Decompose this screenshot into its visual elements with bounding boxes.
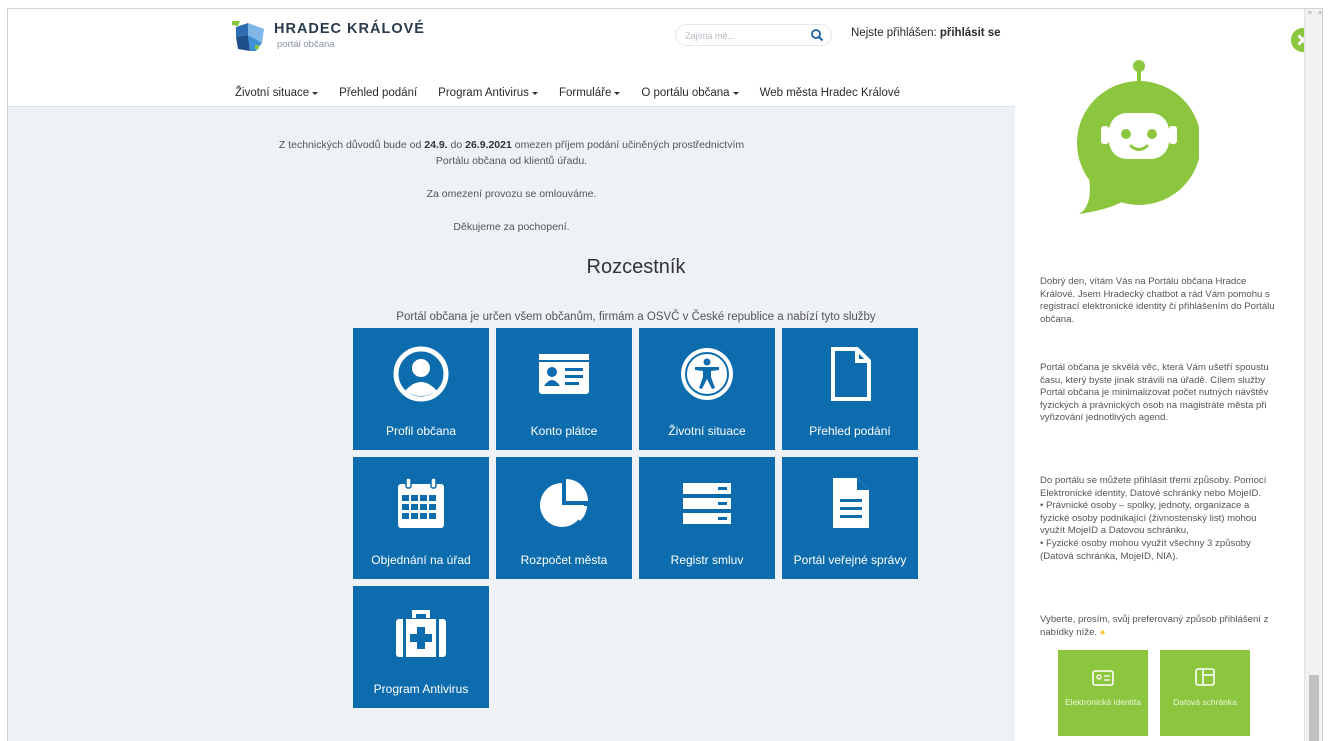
chatbot-panel: Dobrý den, vítám Vás na Portálu občana H… [1015,9,1315,741]
caret-down-icon [614,92,621,95]
tile-icon-wrap [496,475,632,531]
tile-icon-wrap [639,346,775,402]
nav-label: Program Antivirus [438,87,529,99]
caret-down-icon [312,92,319,95]
top-header: HRADEC KRÁLOVÉ portál občana Nejste přih… [8,9,1015,107]
nav-item-program-antivirus[interactable]: Program Antivirus [438,87,538,99]
logo-subtitle: portál občana [277,39,335,50]
login-eid-label: Elektronická identita [1064,697,1142,707]
logo-text: HRADEC KRÁLOVÉ portál občana [274,21,425,51]
tile-label: Profil občana [385,424,457,438]
notice-part: do [447,139,466,151]
logo-icon [232,21,264,51]
browser-frame: HRADEC KRÁLOVÉ portál občana Nejste přih… [7,8,1323,741]
server-icon [683,483,731,524]
tile-label: Konto plátce [530,424,598,438]
tile-program-antivirus[interactable]: Program Antivirus [353,586,489,708]
site-logo[interactable]: HRADEC KRÁLOVÉ portál občana [232,21,425,53]
chat-bullet: • Fyzické osoby mohou využít všechny 3 z… [1040,537,1251,562]
scroll-up-arrow-icon[interactable]: ^ [1315,9,1322,21]
id-card-icon [1092,670,1114,686]
chat-message-about: Portál občana je skvělá věc, která Vám u… [1040,362,1269,424]
login-datova-schranka-button[interactable]: Datová schránka [1160,650,1250,736]
tile-rozpocet-mesta[interactable]: Rozpočet města [496,457,632,579]
mailbox-icon [1195,668,1215,686]
tile-icon-wrap [639,475,775,531]
lightbulb-icon: ● [1099,626,1106,638]
pie-chart-icon [540,479,588,527]
calendar-icon [398,477,444,528]
tile-icon-wrap [782,346,918,402]
nav-label: Formuláře [558,87,612,99]
chat-message-welcome: Dobrý den, vítám Vás na Portálu občana H… [1040,276,1275,325]
tile-portal-verejne-spravy[interactable]: Portál veřejné správy [782,457,918,579]
caret-down-icon [531,92,538,95]
tile-icon-wrap [496,346,632,402]
nav-label: Přehled podání [339,87,418,99]
accessibility-icon [681,348,733,400]
user-circle-icon [393,346,449,402]
login-prefix: Nejste přihlášen: [851,27,937,39]
notice-line2: Portálu občana od klientů úřadu. [435,155,588,167]
tile-label: Program Antivirus [373,682,469,696]
login-status: Nejste přihlášen: přihlásit se [851,27,1001,39]
search-icon[interactable] [810,28,824,42]
nav-item-web-mesta[interactable]: Web města Hradec Králové [760,87,900,99]
notice-part: omezen příjem podání učiněných prostředn… [511,139,745,151]
chatbot-avatar-icon [1077,60,1199,214]
nav-item-formulare[interactable]: Formuláře [558,87,621,99]
notice-date-to: 26.9.2021 [465,139,512,151]
document-outline-icon [831,347,871,401]
notice-apology: Za omezení provozu se omlouváme. [426,188,597,200]
tile-icon-wrap [782,475,918,531]
notice-thanks: Děkujeme za pochopení. [453,221,570,233]
tile-label: Životní situace [668,424,746,438]
notice-text: Z technických důvodů bude od 24.9. do 26… [8,137,1015,169]
chat-bullet: • Právnické osoby – spolky, jednoty, org… [1040,500,1257,537]
maintenance-notice: Z technických důvodů bude od 24.9. do 26… [8,137,1015,252]
tile-icon-wrap [353,475,489,531]
chat-text: Do portálu se můžete přihlásit třemi způ… [1040,475,1267,499]
caret-down-icon [732,92,739,95]
nav-label: Životní situace [235,87,310,99]
nav-item-zivotni-situace[interactable]: Životní situace [235,87,319,99]
tile-label: Registr smluv [670,553,744,567]
tile-label: Rozpočet města [520,553,608,567]
notice-part: Z technických důvodů bude od [278,139,425,151]
scroll-up-arrow-icon[interactable]: ^ [1305,9,1315,21]
tile-label: Přehled podání [809,424,891,438]
nav-item-o-portalu[interactable]: O portálu občana [641,87,739,99]
tile-prehled-podani[interactable]: Přehled podání [782,328,918,450]
chat-message-choose: Vyberte, prosím, svůj preferovaný způsob… [1040,614,1280,639]
login-eid-button[interactable]: Elektronická identita [1058,650,1148,736]
id-card-icon [539,354,589,394]
notice-date-from: 24.9. [424,139,448,151]
search-input[interactable] [685,28,805,43]
search-box [675,24,832,46]
login-datova-schranka-label: Datová schránka [1173,697,1237,707]
main-nav: Životní situace Přehled podání Program A… [235,87,921,99]
nav-label: O portálu občana [641,87,730,99]
tile-registr-smluv[interactable]: Registr smluv [639,457,775,579]
tile-zivotni-situace[interactable]: Životní situace [639,328,775,450]
chat-text: Vyberte, prosím, svůj preferovaný způsob… [1040,614,1269,638]
tile-label: Objednání na úřad [371,553,471,567]
logo-title: HRADEC KRÁLOVÉ [274,21,425,37]
medical-kit-icon [396,610,446,657]
tile-icon-wrap [353,346,489,402]
login-link[interactable]: přihlásit se [940,27,1001,39]
file-text-icon [833,478,869,528]
tile-objednani-na-urad[interactable]: Objednání na úřad [353,457,489,579]
tile-profil-obcana[interactable]: Profil občana [353,328,489,450]
tile-label: Portál veřejné správy [793,553,907,567]
tile-icon-wrap [353,604,489,660]
tile-konto-platce[interactable]: Konto plátce [496,328,632,450]
nav-label: Web města Hradec Králové [759,87,900,99]
scrollbar-thumb[interactable] [1309,675,1319,741]
nav-item-prehled-podani[interactable]: Přehled podání [339,87,417,99]
scrollbar[interactable]: ^ ^ [1304,9,1322,741]
chat-message-login-methods: Do portálu se můžete přihlásit třemi způ… [1040,475,1280,563]
